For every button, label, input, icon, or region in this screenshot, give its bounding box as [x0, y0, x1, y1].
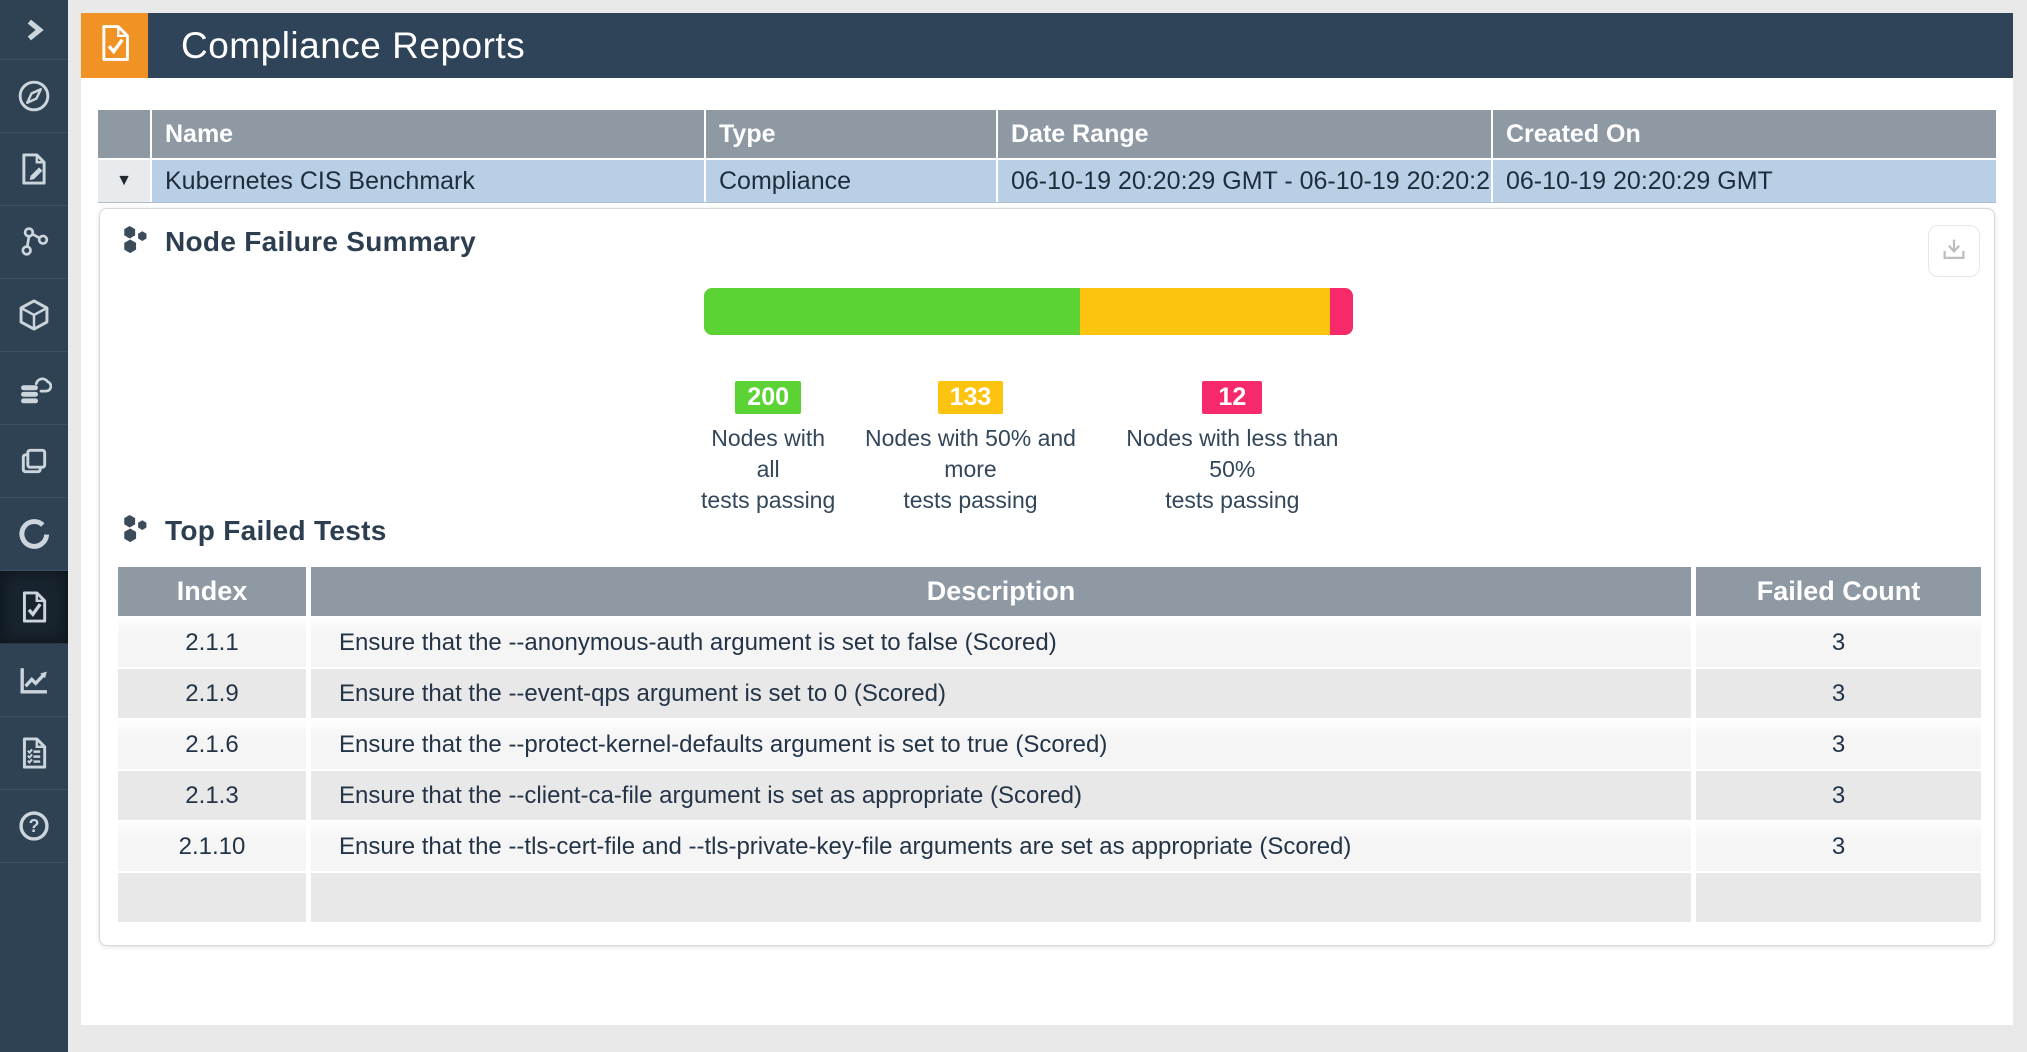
test-description: Ensure that the --protect-kernel-default… [311, 720, 1696, 769]
refresh-icon [16, 516, 52, 552]
test-index: 2.1.3 [118, 771, 311, 820]
failed-test-row: 2.1.6 Ensure that the --protect-kernel-d… [118, 718, 1981, 769]
test-failed-count: 3 [1696, 720, 1981, 769]
report-type-cell: Compliance [706, 160, 998, 202]
report-table: Name Type Date Range Created On ▼ Kubern… [98, 110, 1996, 203]
sidebar-item-images[interactable] [0, 425, 68, 498]
column-header-failed-count: Failed Count [1696, 567, 1981, 616]
column-header-created-on: Created On [1493, 110, 1996, 158]
failed-test-row: 2.1.1 Ensure that the --anonymous-auth a… [118, 616, 1981, 667]
node-failure-bar [704, 288, 1353, 335]
legend-label-line: tests passing [698, 485, 838, 516]
chevron-right-icon [19, 15, 49, 45]
column-header-name: Name [152, 110, 706, 158]
failed-tests-header: Index Description Failed Count [118, 567, 1981, 616]
sidebar-item-edit-report[interactable] [0, 133, 68, 206]
bar-segment-0 [704, 288, 1080, 335]
sidebar-item-runtime[interactable] [0, 498, 68, 571]
bar-segment-1 [1080, 288, 1330, 335]
document-check-icon [94, 22, 136, 69]
main-content: Compliance Reports Name Type Date Range … [81, 13, 2013, 1025]
cloud-storage-icon [16, 370, 52, 406]
document-check-icon [16, 589, 52, 625]
test-index: 2.1.1 [118, 618, 311, 667]
sidebar-item-explore[interactable] [0, 60, 68, 133]
sidebar-filler [0, 863, 68, 1052]
checklist-icon [16, 735, 52, 771]
section-title: Node Failure Summary [165, 226, 476, 258]
failed-test-row: 2.1.3 Ensure that the --client-ca-file a… [118, 769, 1981, 820]
download-icon [1939, 234, 1969, 269]
legend-label-line: Nodes with 50% and more [838, 423, 1102, 485]
top-failed-tests-heading: Top Failed Tests [120, 512, 387, 550]
compass-icon [16, 78, 52, 114]
branch-icon [16, 224, 52, 260]
failed-test-row: 2.1.9 Ensure that the --event-qps argume… [118, 667, 1981, 718]
sidebar-item-audit-log[interactable] [0, 717, 68, 790]
report-date-range-cell: 06-10-19 20:20:29 GMT - 06-10-19 20:20:2… [998, 160, 1493, 202]
hexagons-icon [120, 512, 151, 550]
test-description: Ensure that the --event-qps argument is … [311, 669, 1696, 718]
test-description: Ensure that the --anonymous-auth argumen… [311, 618, 1696, 667]
failed-test-empty-row [118, 871, 1981, 922]
sidebar-item-help[interactable]: ? [0, 790, 68, 863]
legend-item-failing: 12 Nodes with less than 50% tests passin… [1103, 381, 1362, 516]
legend-label-line: tests passing [838, 485, 1102, 516]
report-name-cell: Kubernetes CIS Benchmark [152, 160, 706, 202]
test-index: 2.1.9 [118, 669, 311, 718]
page-header: Compliance Reports [81, 13, 2013, 78]
bar-segment-2 [1330, 288, 1353, 335]
legend-value-badge: 200 [735, 381, 801, 414]
node-failure-legend: 200 Nodes with all tests passing 133 Nod… [698, 381, 1362, 516]
column-header-description: Description [311, 567, 1696, 616]
sidebar-item-topology[interactable] [0, 206, 68, 279]
test-failed-count: 3 [1696, 771, 1981, 820]
column-header-index: Index [118, 567, 311, 616]
document-edit-icon [16, 151, 52, 187]
download-report-button[interactable] [1928, 225, 1980, 277]
legend-item-passing: 200 Nodes with all tests passing [698, 381, 838, 516]
node-failure-summary-heading: Node Failure Summary [120, 223, 476, 261]
svg-text:?: ? [29, 816, 40, 836]
test-index: 2.1.6 [118, 720, 311, 769]
layers-icon [16, 443, 52, 479]
line-chart-icon [16, 662, 52, 698]
page-header-icon-box [81, 13, 148, 78]
cube-icon [16, 297, 52, 333]
sidebar-item-expand[interactable] [0, 0, 68, 60]
legend-label-line: Nodes with all [698, 423, 838, 485]
hexagons-icon [120, 223, 151, 261]
row-expander-cell[interactable]: ▼ [98, 160, 152, 202]
failed-test-row: 2.1.10 Ensure that the --tls-cert-file a… [118, 820, 1981, 871]
top-failed-tests-table: Index Description Failed Count 2.1.1 Ens… [118, 567, 1981, 922]
section-title: Top Failed Tests [165, 515, 387, 547]
report-row[interactable]: ▼ Kubernetes CIS Benchmark Compliance 06… [98, 158, 1996, 203]
page-title: Compliance Reports [148, 25, 525, 67]
test-failed-count: 3 [1696, 618, 1981, 667]
test-failed-count: 3 [1696, 822, 1981, 871]
legend-value-badge: 133 [938, 381, 1004, 414]
test-failed-count: 3 [1696, 669, 1981, 718]
legend-value-badge: 12 [1202, 381, 1262, 414]
header-expander-column [98, 110, 152, 158]
test-index: 2.1.10 [118, 822, 311, 871]
column-header-type: Type [706, 110, 998, 158]
report-table-header: Name Type Date Range Created On [98, 110, 1996, 158]
help-icon: ? [16, 808, 52, 844]
collapse-row-icon[interactable]: ▼ [116, 172, 132, 190]
test-description: Ensure that the --client-ca-file argumen… [311, 771, 1696, 820]
test-description: Ensure that the --tls-cert-file and --tl… [311, 822, 1696, 871]
report-created-on-cell: 06-10-19 20:20:29 GMT [1493, 160, 1996, 202]
column-header-date-range: Date Range [998, 110, 1493, 158]
legend-label-line: Nodes with less than 50% [1103, 423, 1362, 485]
sidebar-item-compliance-reports[interactable] [0, 571, 68, 644]
legend-label-line: tests passing [1103, 485, 1362, 516]
report-detail-panel: Node Failure Summary 200 Nodes with all … [99, 208, 1995, 946]
sidebar-item-registries[interactable] [0, 352, 68, 425]
legend-item-half-passing: 133 Nodes with 50% and more tests passin… [838, 381, 1102, 516]
sidebar: ? [0, 0, 68, 1052]
sidebar-item-containers[interactable] [0, 279, 68, 352]
sidebar-item-analytics[interactable] [0, 644, 68, 717]
